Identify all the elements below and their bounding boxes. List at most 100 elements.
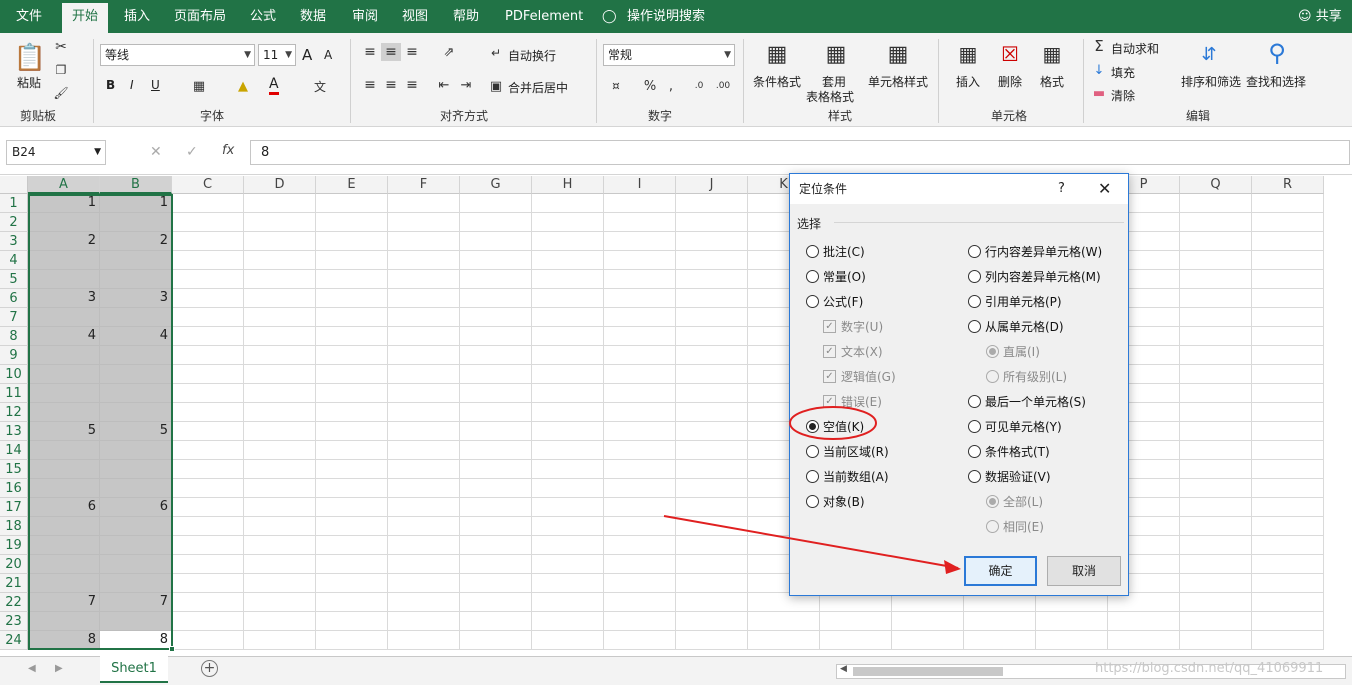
cell-h19[interactable] [532, 536, 604, 555]
cell-r23[interactable] [1252, 612, 1324, 631]
cell-a17[interactable]: 6 [28, 498, 100, 517]
cell-c7[interactable] [172, 308, 244, 327]
select-all-corner[interactable] [0, 176, 28, 194]
cell-c12[interactable] [172, 403, 244, 422]
add-sheet-icon[interactable]: + [201, 660, 218, 677]
cell-c14[interactable] [172, 441, 244, 460]
cell-r11[interactable] [1252, 384, 1324, 403]
column-header-b[interactable]: B [100, 176, 172, 194]
cell-i15[interactable] [604, 460, 676, 479]
column-header-f[interactable]: F [388, 176, 460, 194]
cell-b10[interactable] [100, 365, 172, 384]
cell-n23[interactable] [964, 612, 1036, 631]
italic-button[interactable]: I [130, 78, 134, 92]
cell-i23[interactable] [604, 612, 676, 631]
font-name-select[interactable]: 等线 ▼ [100, 44, 255, 66]
cell-q5[interactable] [1180, 270, 1252, 289]
scroll-left-icon[interactable]: ◀ [28, 663, 36, 674]
cell-c17[interactable] [172, 498, 244, 517]
cell-i21[interactable] [604, 574, 676, 593]
increase-decimal-icon[interactable]: .0 [690, 77, 708, 95]
cell-j16[interactable] [676, 479, 748, 498]
cell-g5[interactable] [460, 270, 532, 289]
row-header-3[interactable]: 3 [0, 232, 28, 251]
shrink-font-button[interactable]: A [324, 48, 332, 62]
cell-r15[interactable] [1252, 460, 1324, 479]
align-bottom-icon[interactable]: ≡ [402, 43, 422, 61]
cell-r5[interactable] [1252, 270, 1324, 289]
cell-d4[interactable] [244, 251, 316, 270]
cell-c22[interactable] [172, 593, 244, 612]
cell-f19[interactable] [388, 536, 460, 555]
option-right-3[interactable]: 从属单元格(D) [968, 318, 1064, 335]
help-button[interactable]: ? [1058, 174, 1065, 204]
cell-p24[interactable] [1108, 631, 1180, 650]
column-header-d[interactable]: D [244, 176, 316, 194]
cell-g9[interactable] [460, 346, 532, 365]
cell-c24[interactable] [172, 631, 244, 650]
cell-a5[interactable] [28, 270, 100, 289]
cell-h13[interactable] [532, 422, 604, 441]
cell-b12[interactable] [100, 403, 172, 422]
cell-j7[interactable] [676, 308, 748, 327]
cell-e18[interactable] [316, 517, 388, 536]
option-left-9[interactable]: 当前数组(A) [806, 468, 889, 485]
cell-g24[interactable] [460, 631, 532, 650]
cell-a14[interactable] [28, 441, 100, 460]
delete-cells-icon[interactable]: ☒ [996, 39, 1024, 69]
cell-f2[interactable] [388, 213, 460, 232]
cell-h17[interactable] [532, 498, 604, 517]
cell-c19[interactable] [172, 536, 244, 555]
cell-j6[interactable] [676, 289, 748, 308]
option-left-2[interactable]: 公式(F) [806, 293, 863, 310]
column-header-j[interactable]: J [676, 176, 748, 194]
cell-h12[interactable] [532, 403, 604, 422]
cell-e22[interactable] [316, 593, 388, 612]
wrap-text-button[interactable]: 自动换行 [508, 47, 556, 64]
cell-e15[interactable] [316, 460, 388, 479]
cell-c3[interactable] [172, 232, 244, 251]
tab-data[interactable]: 数据 [300, 0, 326, 33]
cell-f6[interactable] [388, 289, 460, 308]
cell-q7[interactable] [1180, 308, 1252, 327]
cell-h8[interactable] [532, 327, 604, 346]
cell-f24[interactable] [388, 631, 460, 650]
align-middle-icon[interactable]: ≡ [381, 43, 401, 61]
cell-b9[interactable] [100, 346, 172, 365]
cell-q23[interactable] [1180, 612, 1252, 631]
cell-a8[interactable]: 4 [28, 327, 100, 346]
cell-q15[interactable] [1180, 460, 1252, 479]
cell-j9[interactable] [676, 346, 748, 365]
cell-j1[interactable] [676, 194, 748, 213]
insert-function-button[interactable]: fx [222, 143, 234, 158]
cell-h5[interactable] [532, 270, 604, 289]
cut-icon[interactable]: ✂ [52, 38, 70, 56]
cell-b24[interactable]: 8 [100, 631, 172, 650]
cell-b19[interactable] [100, 536, 172, 555]
cell-g19[interactable] [460, 536, 532, 555]
share-button[interactable]: ☺ 共享 [1298, 0, 1342, 33]
cell-f12[interactable] [388, 403, 460, 422]
row-header-15[interactable]: 15 [0, 460, 28, 479]
cell-r18[interactable] [1252, 517, 1324, 536]
cell-c18[interactable] [172, 517, 244, 536]
cell-q18[interactable] [1180, 517, 1252, 536]
cell-j8[interactable] [676, 327, 748, 346]
cell-q20[interactable] [1180, 555, 1252, 574]
cell-styles-icon[interactable]: ▦ [884, 39, 912, 69]
cell-b18[interactable] [100, 517, 172, 536]
cell-j15[interactable] [676, 460, 748, 479]
currency-icon[interactable]: ¤ [606, 77, 626, 95]
cell-h15[interactable] [532, 460, 604, 479]
cell-q1[interactable] [1180, 194, 1252, 213]
insert-cells-button[interactable]: 插入 [956, 73, 980, 90]
cell-f5[interactable] [388, 270, 460, 289]
cell-e8[interactable] [316, 327, 388, 346]
cell-q9[interactable] [1180, 346, 1252, 365]
cell-g15[interactable] [460, 460, 532, 479]
scroll-left-arrow-icon[interactable]: ◀ [840, 664, 847, 674]
merge-center-button[interactable]: 合并后居中 [508, 79, 568, 96]
cell-d21[interactable] [244, 574, 316, 593]
cell-i1[interactable] [604, 194, 676, 213]
sort-filter-icon[interactable]: ⇵ [1194, 39, 1224, 69]
